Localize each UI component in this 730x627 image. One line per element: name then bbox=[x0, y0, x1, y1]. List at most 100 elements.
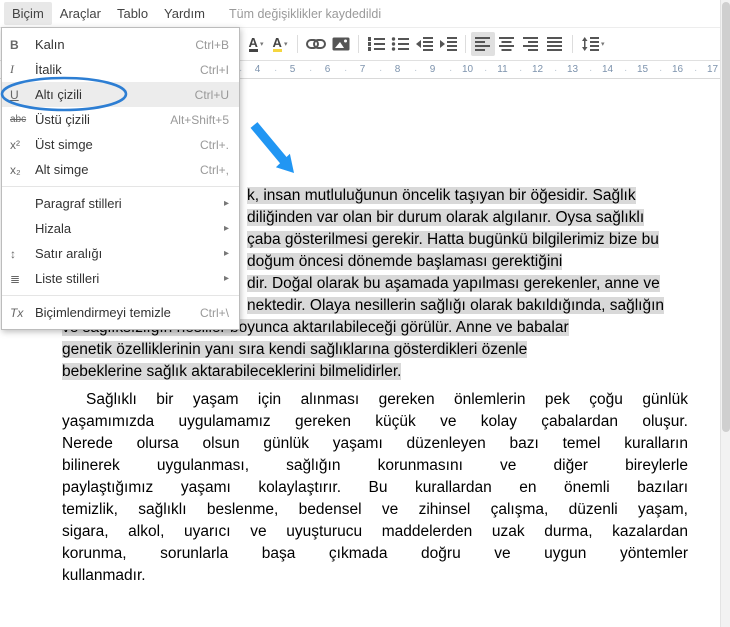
menu-shortcut: Ctrl+, bbox=[200, 163, 229, 177]
insert-link-button[interactable] bbox=[303, 32, 329, 56]
menu-shortcut: Alt+Shift+5 bbox=[170, 113, 229, 127]
align-center-icon bbox=[499, 37, 515, 51]
increase-indent-icon bbox=[439, 37, 457, 51]
ruler-number: 4 bbox=[240, 64, 275, 75]
italic-icon: I bbox=[10, 62, 35, 77]
link-icon bbox=[306, 38, 326, 50]
bulleted-list-icon bbox=[391, 37, 409, 51]
align-right-icon bbox=[523, 37, 539, 51]
menu-item-label: Satır aralığı bbox=[35, 246, 224, 261]
menu-shortcut: Ctrl+. bbox=[200, 138, 229, 152]
menu-item-strikethrough[interactable]: abc Üstü çizili Alt+Shift+5 bbox=[2, 107, 239, 132]
menu-help[interactable]: Yardım bbox=[156, 2, 213, 25]
menu-item-label: Hizala bbox=[35, 221, 224, 236]
menu-item-paragraph-styles[interactable]: Paragraf stilleri ▸ bbox=[2, 191, 239, 216]
text-color-button[interactable]: A ▾ bbox=[244, 32, 268, 56]
chevron-down-icon: ▾ bbox=[260, 40, 264, 48]
menu-separator bbox=[2, 186, 239, 187]
menu-separator bbox=[2, 295, 239, 296]
ruler-number: 8 bbox=[380, 64, 415, 75]
ruler-number: 10 bbox=[450, 64, 485, 75]
menu-tools[interactable]: Araçlar bbox=[52, 2, 109, 25]
text-line[interactable]: genetik özelliklerinin yanı sıra kendi s… bbox=[62, 339, 702, 361]
align-right-button[interactable] bbox=[519, 32, 543, 56]
menu-item-align[interactable]: Hizala ▸ bbox=[2, 216, 239, 241]
text-line[interactable]: Sağlıklı bir yaşam için alınması gereken… bbox=[62, 389, 688, 411]
scrollbar-thumb[interactable] bbox=[722, 2, 730, 432]
insert-image-button[interactable] bbox=[329, 32, 353, 56]
bold-icon: B bbox=[10, 38, 35, 52]
ruler-number: 15 bbox=[625, 64, 660, 75]
save-status: Tüm değişiklikler kaydedildi bbox=[229, 7, 381, 21]
decrease-indent-button[interactable] bbox=[412, 32, 436, 56]
bulleted-list-button[interactable] bbox=[388, 32, 412, 56]
menu-table[interactable]: Tablo bbox=[109, 2, 156, 25]
menu-item-superscript[interactable]: x² Üst simge Ctrl+. bbox=[2, 132, 239, 157]
menu-item-subscript[interactable]: x₂ Alt simge Ctrl+, bbox=[2, 157, 239, 182]
menu-item-bold[interactable]: B Kalın Ctrl+B bbox=[2, 32, 239, 57]
strikethrough-icon: abc bbox=[10, 114, 35, 125]
increase-indent-button[interactable] bbox=[436, 32, 460, 56]
menu-format[interactable]: Biçim bbox=[4, 2, 52, 25]
menu-item-label: Biçimlendirmeyi temizle bbox=[35, 305, 200, 320]
toolbar-separator bbox=[297, 35, 298, 53]
ruler-number: 12 bbox=[520, 64, 555, 75]
align-center-button[interactable] bbox=[495, 32, 519, 56]
justify-button[interactable] bbox=[543, 32, 567, 56]
menu-item-label: Altı çizili bbox=[35, 87, 195, 102]
menu-item-label: Üst simge bbox=[35, 137, 200, 152]
justify-icon bbox=[547, 37, 563, 51]
menu-item-label: Üstü çizili bbox=[35, 112, 170, 127]
highlight-color-icon: A bbox=[273, 37, 282, 52]
text-line[interactable]: Nerede olursa olsun günlük yaşamı düzenl… bbox=[62, 433, 688, 455]
menu-item-label: İtalik bbox=[35, 62, 200, 77]
numbered-list-button[interactable] bbox=[364, 32, 388, 56]
toolbar-separator bbox=[572, 35, 573, 53]
menu-shortcut: Ctrl+B bbox=[195, 38, 229, 52]
text-line[interactable]: sigara, alkol, uyarıcı ve uyuşturucu mad… bbox=[62, 521, 688, 543]
text-line[interactable]: bilinerek uygulanması, sağlığın korunmas… bbox=[62, 455, 688, 477]
list-styles-icon: ≣ bbox=[10, 272, 35, 286]
submenu-arrow-icon: ▸ bbox=[224, 198, 229, 209]
menu-item-label: Liste stilleri bbox=[35, 271, 224, 286]
app-window: k, insan mutluluğunun öncelik taşıyan bi… bbox=[0, 0, 730, 627]
align-left-button[interactable] bbox=[471, 32, 495, 56]
menu-shortcut: Ctrl+I bbox=[200, 63, 229, 77]
text-line[interactable]: yaşamımızda uygulamamız gereken küçük ve… bbox=[62, 411, 688, 433]
highlight-color-button[interactable]: A ▾ bbox=[268, 32, 292, 56]
align-left-icon bbox=[475, 37, 491, 51]
text-line[interactable]: paylaştığımız yaşamı kolaylaştırır. Bu k… bbox=[62, 477, 688, 499]
line-spacing-button[interactable]: ▾ bbox=[578, 32, 608, 56]
clear-formatting-icon: Tx bbox=[10, 306, 35, 320]
text-line[interactable]: kullanmadır. bbox=[62, 565, 688, 587]
ruler-number: 6 bbox=[310, 64, 345, 75]
ruler-number: 7 bbox=[345, 64, 380, 75]
menu-item-clear-formatting[interactable]: Tx Biçimlendirmeyi temizle Ctrl+\ bbox=[2, 300, 239, 325]
decrease-indent-icon bbox=[415, 37, 433, 51]
submenu-arrow-icon: ▸ bbox=[224, 273, 229, 284]
scrollbar-track[interactable] bbox=[720, 0, 730, 627]
menu-shortcut: Ctrl+\ bbox=[200, 306, 229, 320]
format-menu: B Kalın Ctrl+B I İtalik Ctrl+I U Altı çi… bbox=[1, 27, 240, 330]
image-icon bbox=[332, 37, 350, 51]
subscript-icon: x₂ bbox=[10, 163, 35, 177]
menu-item-label: Paragraf stilleri bbox=[35, 196, 224, 211]
line-spacing-icon bbox=[581, 37, 599, 51]
underline-icon: U bbox=[10, 88, 35, 102]
menu-item-line-spacing[interactable]: ↕ Satır aralığı ▸ bbox=[2, 241, 239, 266]
menu-item-label: Alt simge bbox=[35, 162, 200, 177]
text-line[interactable]: bebeklerine sağlık aktarabileceklerini b… bbox=[62, 361, 702, 383]
text-line[interactable]: korunma, sorunlarla başa çıkmada doğru v… bbox=[62, 543, 688, 565]
ruler-number: 13 bbox=[555, 64, 590, 75]
menu-item-underline[interactable]: U Altı çizili Ctrl+U bbox=[2, 82, 239, 107]
ruler-number: 14 bbox=[590, 64, 625, 75]
menu-bar: Biçim Araçlar Tablo Yardım Tüm değişikli… bbox=[0, 0, 730, 27]
menu-shortcut: Ctrl+U bbox=[195, 88, 229, 102]
text-line[interactable]: temizlik, sağlıklı beslenme, bedensel ve… bbox=[62, 499, 688, 521]
ruler-number: 11 bbox=[485, 64, 520, 75]
menu-item-italic[interactable]: I İtalik Ctrl+I bbox=[2, 57, 239, 82]
submenu-arrow-icon: ▸ bbox=[224, 248, 229, 259]
toolbar-separator bbox=[465, 35, 466, 53]
chevron-down-icon: ▾ bbox=[601, 40, 605, 48]
menu-item-list-styles[interactable]: ≣ Liste stilleri ▸ bbox=[2, 266, 239, 291]
